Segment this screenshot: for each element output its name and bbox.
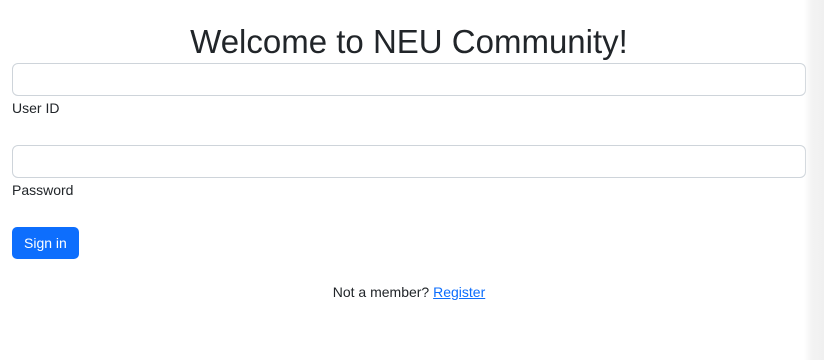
password-input[interactable]	[12, 145, 806, 178]
page-title: Welcome to NEU Community!	[190, 23, 628, 60]
register-link[interactable]: Register	[433, 284, 485, 300]
userid-label: User ID	[12, 100, 60, 116]
window-edge-shadow	[804, 0, 824, 360]
signin-button[interactable]: Sign in	[12, 227, 79, 259]
password-label: Password	[12, 182, 74, 198]
userid-input[interactable]	[12, 63, 806, 96]
login-container: Welcome to NEU Community! User ID Passwo…	[12, 0, 806, 301]
register-prompt: Not a member? Register	[12, 283, 806, 301]
register-prompt-text: Not a member?	[332, 284, 434, 300]
